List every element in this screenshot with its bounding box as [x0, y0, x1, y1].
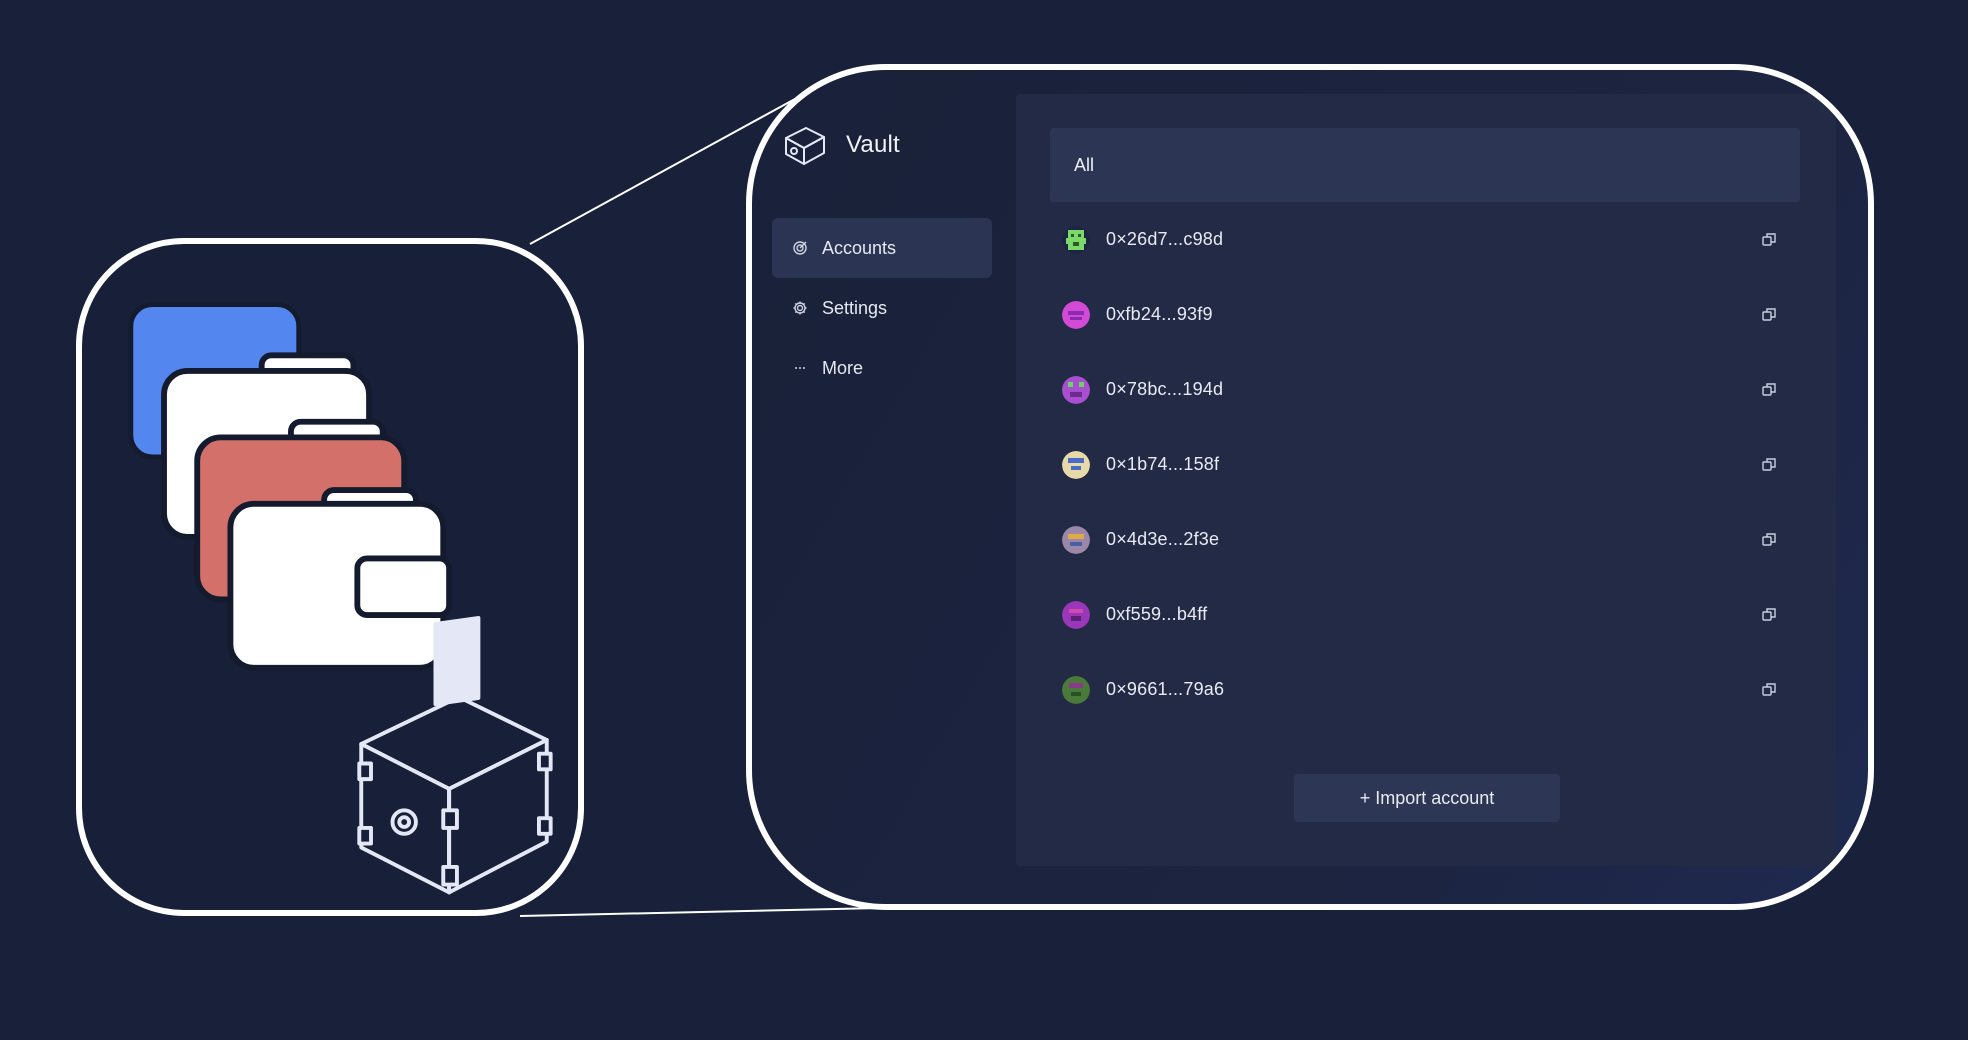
copy-icon[interactable]	[1760, 231, 1778, 249]
app-title: Vault	[846, 131, 900, 158]
sidebar-item-more[interactable]: More	[772, 338, 992, 398]
wallets-illustration	[128, 302, 553, 895]
account-row[interactable]: 0×1b74...158f	[1050, 427, 1800, 502]
copy-icon[interactable]	[1760, 306, 1778, 324]
sidebar-item-label: More	[822, 357, 864, 378]
account-row[interactable]: 0×26d7...c98d	[1050, 202, 1800, 277]
account-address: 0×26d7...c98d	[1106, 229, 1224, 249]
accounts-list: 0×26d7...c98d 0xfb24...93f9 0×78bc...194…	[1050, 202, 1800, 727]
account-avatar	[1062, 525, 1090, 554]
sidebar-item-settings[interactable]: Settings	[772, 278, 992, 338]
account-address: 0×1b74...158f	[1106, 454, 1220, 474]
sidebar-item-accounts[interactable]: Accounts	[772, 218, 992, 278]
account-avatar	[1062, 675, 1090, 704]
sidebar-item-label: Settings	[822, 297, 888, 318]
filter-all-tab[interactable]: All	[1050, 128, 1800, 202]
copy-icon[interactable]	[1760, 531, 1778, 549]
account-avatar	[1062, 375, 1090, 404]
brand: Vault	[782, 122, 900, 168]
account-row[interactable]: 0×78bc...194d	[1050, 352, 1800, 427]
sidebar-nav: Accounts Settings More	[772, 218, 992, 398]
account-avatar	[1062, 450, 1090, 479]
copy-icon[interactable]	[1760, 606, 1778, 624]
account-address: 0xf559...b4ff	[1106, 604, 1208, 624]
account-address: 0×9661...79a6	[1106, 679, 1225, 699]
illustration-frame	[76, 238, 584, 916]
account-avatar	[1062, 225, 1090, 254]
more-icon	[792, 360, 808, 376]
front-wallet-icon	[227, 500, 453, 671]
accounts-panel: All 0×26d7...c98d 0xfb24...93f9 0×78bc..…	[1016, 94, 1836, 866]
sidebar-item-label: Accounts	[822, 237, 897, 258]
vault-logo-icon	[785, 127, 825, 165]
account-address: 0xfb24...93f9	[1106, 304, 1213, 324]
gear-icon	[792, 300, 808, 316]
account-row[interactable]: 0xfb24...93f9	[1050, 277, 1800, 352]
account-avatar	[1062, 300, 1090, 329]
account-row[interactable]: 0×4d3e...2f3e	[1050, 502, 1800, 577]
copy-icon[interactable]	[1760, 381, 1778, 399]
account-row[interactable]: 0xf559...b4ff	[1050, 577, 1800, 652]
account-address: 0×4d3e...2f3e	[1106, 529, 1220, 549]
zoomed-app-window: Vault Accounts Settings More All 0×26d7.…	[746, 64, 1874, 910]
account-row[interactable]: 0×9661...79a6	[1050, 652, 1800, 727]
copy-icon[interactable]	[1760, 456, 1778, 474]
copy-icon[interactable]	[1760, 681, 1778, 699]
target-icon	[792, 240, 808, 256]
import-account-button[interactable]: + Import account	[1294, 774, 1560, 822]
account-address: 0×78bc...194d	[1106, 379, 1224, 399]
account-avatar	[1062, 600, 1090, 629]
